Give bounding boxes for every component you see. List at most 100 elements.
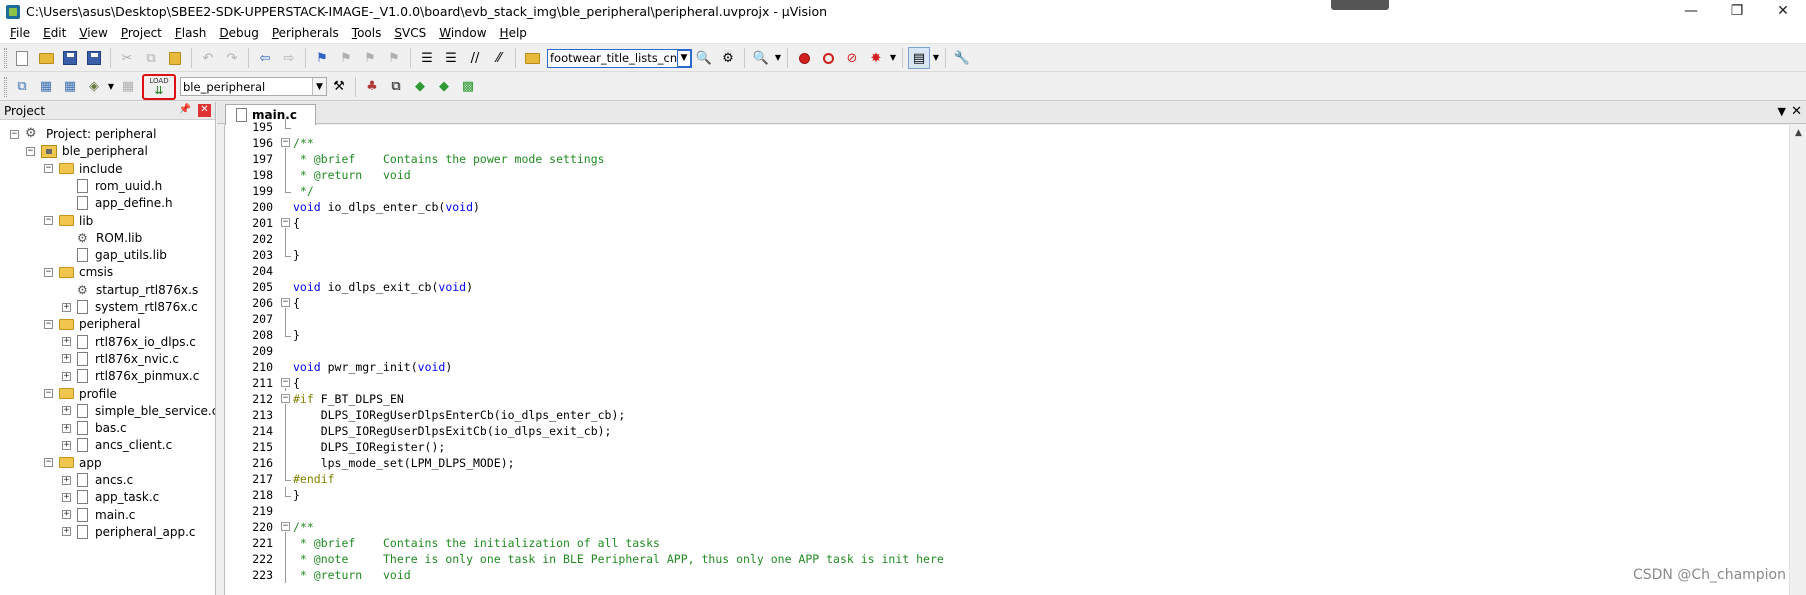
cut-button[interactable]: ✂: [116, 47, 138, 69]
expand-icon[interactable]: +: [62, 475, 71, 485]
insert-bookmark-button[interactable]: ⚑: [311, 47, 333, 69]
menu-file[interactable]: File: [4, 23, 37, 43]
debug-session-button[interactable]: 🔍: [750, 47, 772, 69]
expand-icon[interactable]: +: [62, 440, 71, 450]
menu-flash[interactable]: Flash: [169, 23, 213, 43]
code-line[interactable]: {: [293, 215, 300, 231]
code-editor[interactable]: 195 196 197 198 199 200 201 202 203 204 205 206 207 2…: [224, 119, 1806, 595]
menu-peripherals[interactable]: Peripherals: [266, 23, 346, 43]
collapse-icon[interactable]: −: [10, 129, 19, 139]
code-line[interactable]: void io_dlps_exit_cb(void): [293, 279, 473, 295]
expand-icon[interactable]: +: [62, 492, 71, 502]
chevron-down-icon[interactable]: ▼: [932, 47, 940, 69]
pack-installer-button[interactable]: ▩: [457, 76, 479, 98]
enable-breakpoint-button[interactable]: [817, 47, 839, 69]
menu-project[interactable]: Project: [115, 23, 169, 43]
chevron-down-icon[interactable]: ▼: [312, 78, 326, 95]
collapse-icon[interactable]: −: [44, 458, 53, 468]
code-line[interactable]: * @note There is only one task in BLE Pe…: [293, 551, 944, 567]
expand-icon[interactable]: +: [62, 337, 71, 347]
disable-all-breakpoints-button[interactable]: ⊘: [841, 47, 863, 69]
indent-button[interactable]: ☰: [416, 47, 438, 69]
tree-file[interactable]: + peripheral_app.c: [62, 522, 196, 542]
find-in-files-button[interactable]: [521, 47, 543, 69]
minimize-button[interactable]: —: [1668, 0, 1714, 23]
menu-view[interactable]: View: [73, 23, 114, 43]
save-all-button[interactable]: [83, 47, 105, 69]
manage-run-time-env-button[interactable]: ◆: [409, 76, 431, 98]
collapse-icon[interactable]: −: [44, 216, 53, 225]
previous-bookmark-button[interactable]: ⚑: [335, 47, 357, 69]
target-options-button[interactable]: ⚒: [328, 76, 350, 98]
chevron-down-icon[interactable]: ▼: [774, 47, 782, 69]
expand-icon[interactable]: +: [62, 406, 71, 416]
window-layout-button[interactable]: ▤: [908, 47, 930, 69]
toolbar-grip[interactable]: [4, 76, 7, 97]
clear-bookmarks-button[interactable]: ⚑: [383, 47, 405, 69]
menu-debug[interactable]: Debug: [213, 23, 265, 43]
target-select-value[interactable]: ble_peripheral: [181, 80, 312, 94]
chevron-down-icon[interactable]: ▼: [1778, 105, 1786, 118]
find-button[interactable]: 🔍: [693, 47, 715, 69]
stop-build-button[interactable]: ▦: [117, 76, 139, 98]
code-line[interactable]: {: [293, 295, 300, 311]
translate-button[interactable]: ⧉: [11, 76, 33, 98]
open-file-button[interactable]: [35, 47, 57, 69]
expand-icon[interactable]: +: [62, 354, 71, 364]
insert-breakpoint-button[interactable]: [793, 47, 815, 69]
code-line[interactable]: }: [293, 247, 300, 263]
copy-button[interactable]: ⧉: [140, 47, 162, 69]
navigate-back-button[interactable]: ⇦: [254, 47, 276, 69]
collapse-icon[interactable]: −: [44, 267, 53, 277]
expand-icon[interactable]: +: [62, 423, 71, 433]
menu-help[interactable]: Help: [494, 23, 534, 43]
menu-edit[interactable]: Edit: [37, 23, 73, 43]
comment-button[interactable]: //: [464, 47, 486, 69]
menu-svcs[interactable]: SVCS: [388, 23, 433, 43]
expand-icon[interactable]: +: [62, 510, 71, 520]
collapse-icon[interactable]: −: [26, 146, 35, 156]
redo-button[interactable]: ↷: [221, 47, 243, 69]
find-combo-value[interactable]: footwear_title_lists_cn: [548, 51, 677, 65]
next-bookmark-button[interactable]: ⚑: [359, 47, 381, 69]
unindent-button[interactable]: ☰: [440, 47, 462, 69]
close-icon[interactable]: ✕: [1791, 104, 1802, 119]
configure-button[interactable]: 🔧: [951, 47, 973, 69]
manage-project-items-button[interactable]: ♣: [361, 76, 383, 98]
rebuild-button[interactable]: ▦: [59, 76, 81, 98]
code-line[interactable]: DLPS_IORegister();: [293, 439, 446, 455]
build-button[interactable]: ▦: [35, 76, 57, 98]
code-line[interactable]: DLPS_IORegUserDlpsExitCb(io_dlps_exit_cb…: [293, 423, 612, 439]
expand-icon[interactable]: +: [62, 527, 71, 537]
new-file-button[interactable]: [11, 47, 33, 69]
save-button[interactable]: [59, 47, 81, 69]
code-line[interactable]: * @return void: [293, 567, 411, 583]
collapse-icon[interactable]: −: [44, 319, 53, 329]
batch-build-button[interactable]: ◈: [83, 76, 105, 98]
code-line[interactable]: #endif: [293, 471, 335, 487]
collapse-icon[interactable]: −: [44, 389, 53, 398]
collapse-icon[interactable]: −: [44, 164, 53, 174]
menu-tools[interactable]: Tools: [346, 23, 389, 43]
code-line[interactable]: */: [293, 183, 314, 199]
select-packs-button[interactable]: ◆: [433, 76, 455, 98]
code-line[interactable]: * @return void: [293, 167, 411, 183]
uncomment-button[interactable]: ⁄⁄: [488, 47, 510, 69]
close-button[interactable]: ✕: [1760, 0, 1806, 23]
expand-icon[interactable]: +: [62, 371, 71, 381]
target-select[interactable]: ble_peripheral ▼: [180, 77, 327, 96]
chevron-down-icon[interactable]: ▼: [889, 47, 897, 69]
code-line[interactable]: DLPS_IORegUserDlpsEnterCb(io_dlps_enter_…: [293, 407, 626, 423]
code-line[interactable]: lps_mode_set(LPM_DLPS_MODE);: [293, 455, 515, 471]
code-line[interactable]: * @brief Contains the initialization of …: [293, 535, 660, 551]
menu-window[interactable]: Window: [433, 23, 493, 43]
chevron-down-icon[interactable]: ▼: [677, 49, 691, 67]
load-download-button[interactable]: LOAD ⇊: [142, 73, 176, 100]
scroll-up-icon[interactable]: ▲: [1790, 125, 1806, 142]
fold-collapse-icon[interactable]: −: [281, 138, 290, 147]
code-line[interactable]: /**: [293, 135, 314, 151]
code-line[interactable]: }: [293, 487, 300, 503]
manage-multi-project-button[interactable]: ⧉: [385, 76, 407, 98]
kill-all-breakpoints-button[interactable]: ✸: [865, 47, 887, 69]
navigate-forward-button[interactable]: ⇨: [278, 47, 300, 69]
